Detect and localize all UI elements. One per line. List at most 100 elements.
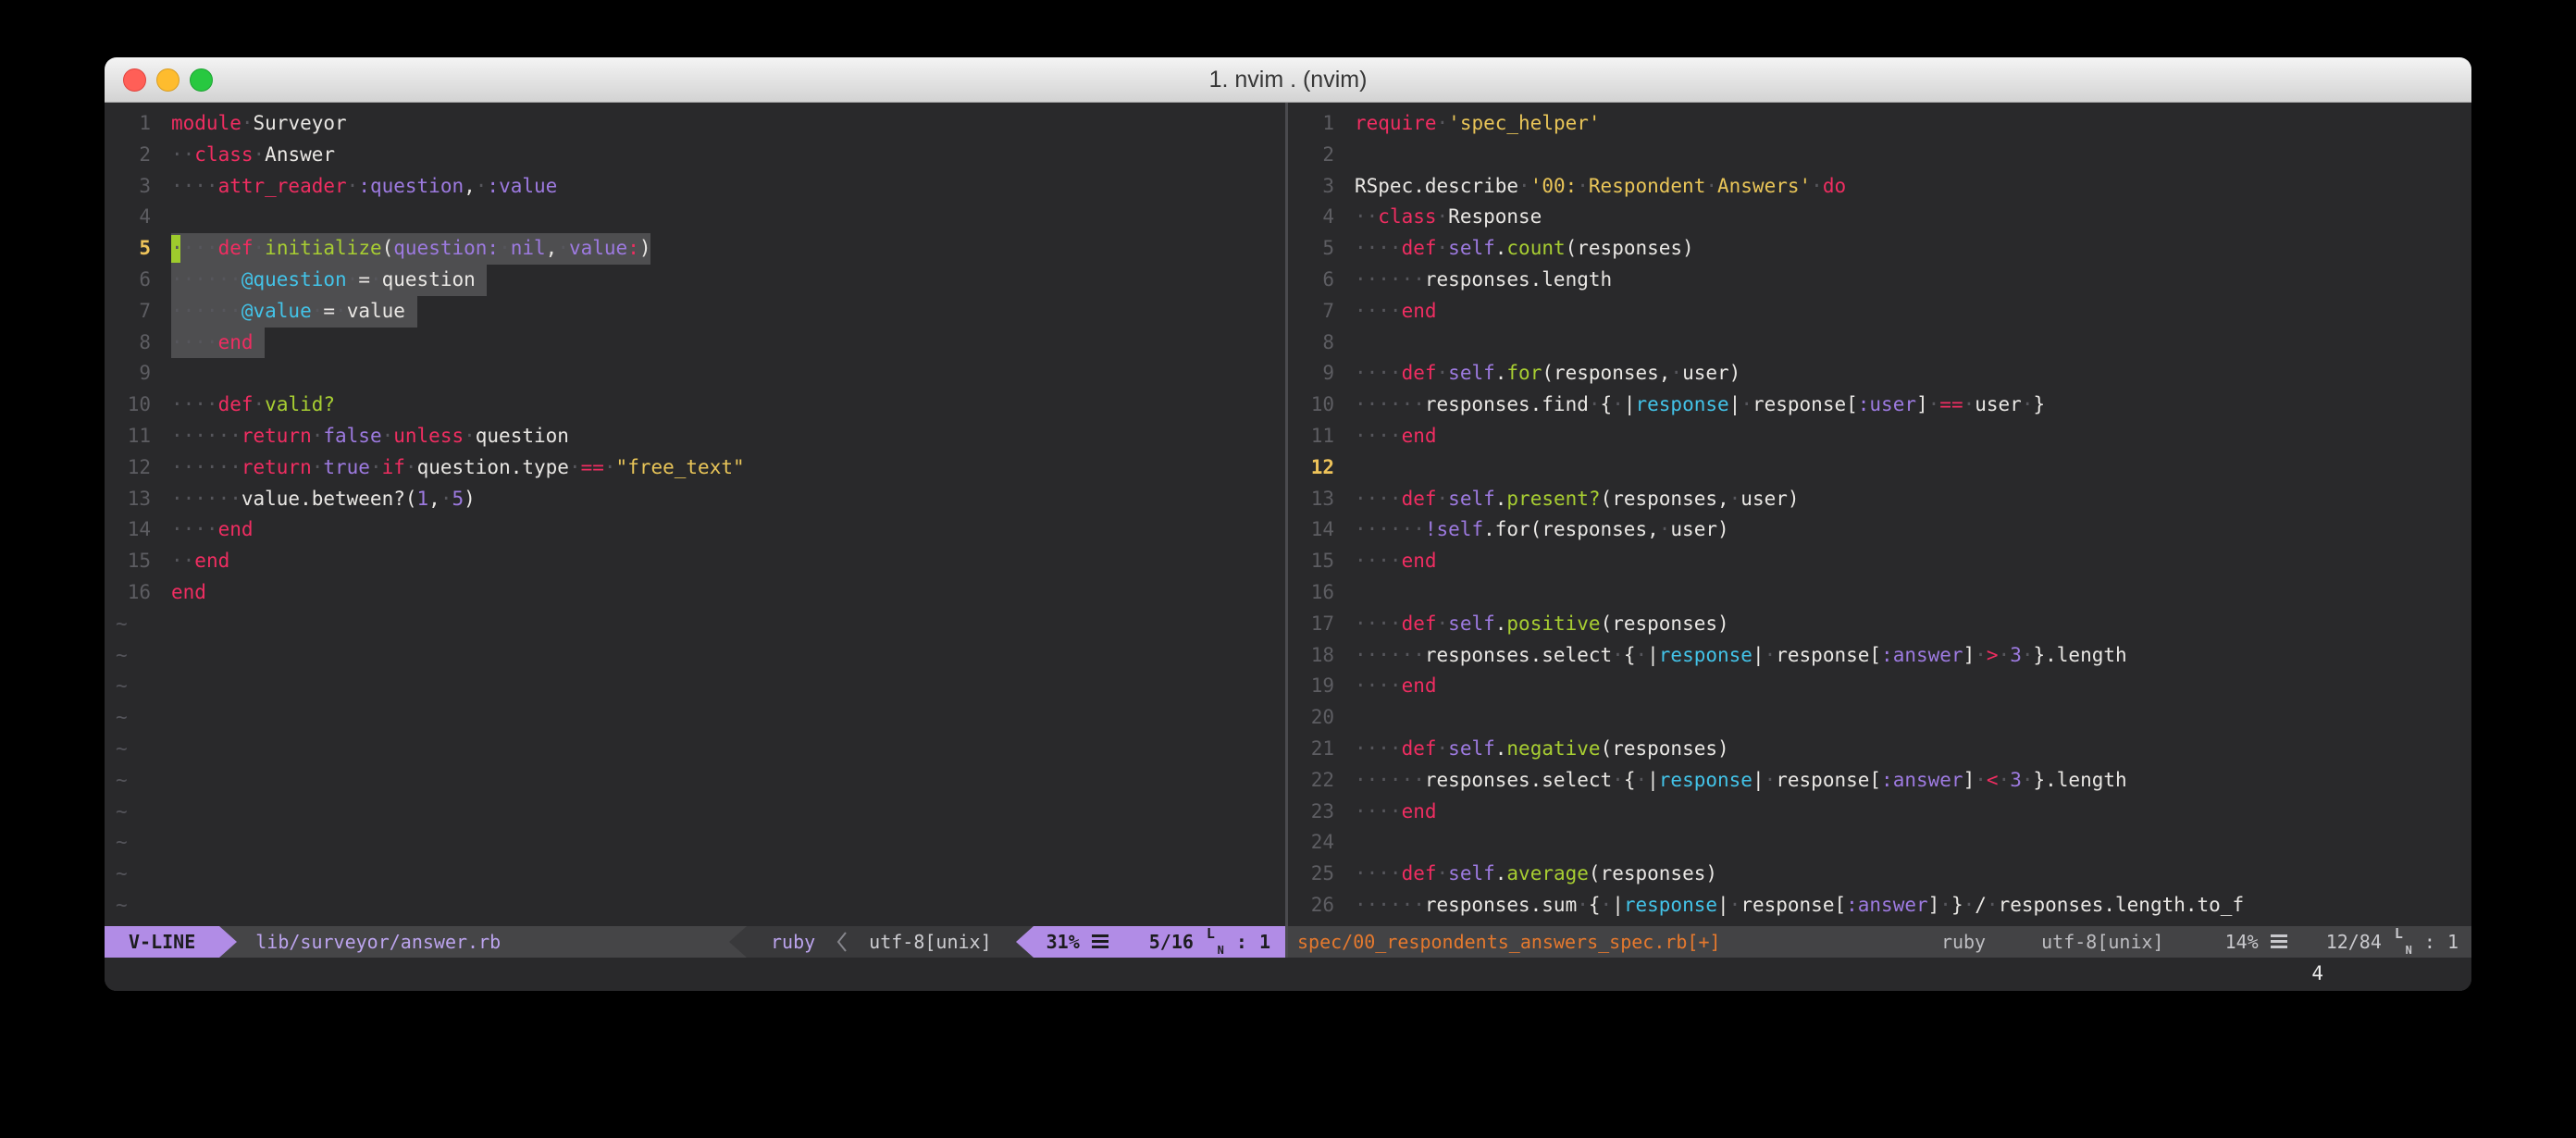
code-token: true (323, 456, 370, 478)
whitespace-dot: ·· (1355, 205, 1378, 228)
code-token: initialize (265, 237, 381, 259)
line-number: 15 (1288, 546, 1334, 577)
code-token: : (627, 237, 639, 259)
filename-left: lib/surveyor/answer.rb (237, 926, 729, 958)
code-line: 13····def·self.present?(responses,·user) (1288, 484, 2471, 515)
whitespace-dot: · (254, 143, 266, 166)
code-area-left[interactable]: 1module·Surveyor2··class·Answer3····attr… (105, 103, 1285, 926)
code-token: | (1752, 644, 1765, 666)
code-token: .for(responses, (1483, 518, 1659, 540)
code-token: == (1939, 393, 1963, 415)
filetype-left: ruby (747, 926, 836, 958)
code-token: self (1437, 518, 1484, 540)
code-token: (responses, (1601, 488, 1729, 510)
whitespace-dot: · (1975, 769, 1987, 791)
line-number: 7 (105, 296, 151, 328)
scroll-percent-right: 14% (2225, 931, 2259, 953)
empty-line-tilde: ~ (105, 702, 1285, 734)
code-token: . (1495, 862, 1507, 884)
code-token: def (1402, 237, 1437, 259)
whitespace-dot: ···· (1355, 300, 1402, 322)
code-line: 8····end (105, 328, 1285, 359)
code-token: return (242, 425, 312, 447)
code-token: user) (1670, 518, 1728, 540)
code-token: :answer (1881, 769, 1963, 791)
whitespace-dot: ···· (171, 518, 218, 540)
code-area-right[interactable]: 1require·'spec_helper'23RSpec.describe·'… (1288, 103, 2471, 926)
code-token: end (1402, 300, 1437, 322)
code-token: user (1975, 393, 2022, 415)
code-token: response (1624, 894, 1717, 916)
line-number: 10 (1288, 390, 1334, 421)
code-token: def (1402, 862, 1437, 884)
code-token: 1 (417, 488, 429, 510)
whitespace-dot: · (499, 237, 511, 259)
whitespace-dot: · (254, 393, 266, 415)
line-number: 16 (1288, 577, 1334, 609)
whitespace-dot: ···· (1355, 800, 1402, 823)
line-number: 14 (105, 514, 151, 546)
empty-line-tilde: ~ (105, 859, 1285, 890)
encoding-right: utf-8[unix] (2041, 926, 2163, 958)
whitespace-dot: · (1437, 362, 1449, 384)
code-token: ] (1928, 894, 1940, 916)
code-token: . (1495, 612, 1507, 635)
empty-line-tilde: ~ (105, 640, 1285, 672)
line-number: 10 (105, 390, 151, 421)
whitespace-dot: ···· (1355, 612, 1402, 635)
line-number: 16 (105, 577, 151, 609)
whitespace-dot: ···· (1355, 362, 1402, 384)
whitespace-dot: · (1705, 175, 1717, 197)
whitespace-dot: ······ (171, 425, 242, 447)
line-number: 6 (105, 265, 151, 296)
code-token: { (1601, 393, 1613, 415)
colon-separator: : (1236, 931, 1247, 953)
whitespace-dot: · (1670, 362, 1682, 384)
code-token: false (323, 425, 381, 447)
code-line: 24 (1288, 827, 2471, 859)
code-token: '00: (1530, 175, 1578, 197)
code-token: response[ (1776, 769, 1881, 791)
whitespace-dot: · (476, 175, 488, 197)
code-token: self (1448, 362, 1495, 384)
code-token: < (1987, 769, 1999, 791)
code-token: { (1624, 644, 1636, 666)
whitespace-dot: · (1437, 112, 1449, 134)
whitespace-dot: · (1765, 769, 1777, 791)
whitespace-dot: · (254, 237, 266, 259)
whitespace-dot: ······ (1355, 769, 1425, 791)
code-token: for (1506, 362, 1542, 384)
whitespace-dot: · (405, 456, 417, 478)
code-token: > (1987, 644, 1999, 666)
line-number: 12 (105, 452, 151, 484)
code-token: response (1636, 393, 1729, 415)
whitespace-dot: · (2022, 644, 2034, 666)
code-token: (responses) (1601, 612, 1729, 635)
line-number: 11 (105, 421, 151, 452)
whitespace-dot: · (1437, 612, 1449, 635)
code-token: average (1506, 862, 1589, 884)
code-token: response (1659, 644, 1752, 666)
code-token: Answer (265, 143, 335, 166)
line-number: 13 (105, 484, 151, 515)
whitespace-dot: · (1437, 205, 1449, 228)
code-token: end (218, 331, 254, 353)
whitespace-dot: · (1437, 737, 1449, 760)
whitespace-dot: · (464, 425, 476, 447)
code-line: 14····end (105, 514, 1285, 546)
code-text: ····end (1355, 550, 1437, 572)
window-titlebar[interactable]: 1. nvim . (nvim) (105, 57, 2471, 103)
code-line: 14······!self.for(responses,·user) (1288, 514, 2471, 546)
whitespace-dot: ······ (171, 268, 242, 291)
empty-line-tilde: ~ (105, 609, 1285, 640)
whitespace-dot: · (335, 300, 347, 322)
code-token: negative (1506, 737, 1600, 760)
line-number: 19 (1288, 671, 1334, 702)
code-token: question.type (417, 456, 569, 478)
whitespace-dot: · (1939, 894, 1951, 916)
whitespace-dot: ······ (171, 456, 242, 478)
code-line: 11······return·false·unless·question (105, 421, 1285, 452)
code-token: end (1402, 550, 1437, 572)
code-token: nil (511, 237, 546, 259)
whitespace-dot: · (312, 300, 324, 322)
